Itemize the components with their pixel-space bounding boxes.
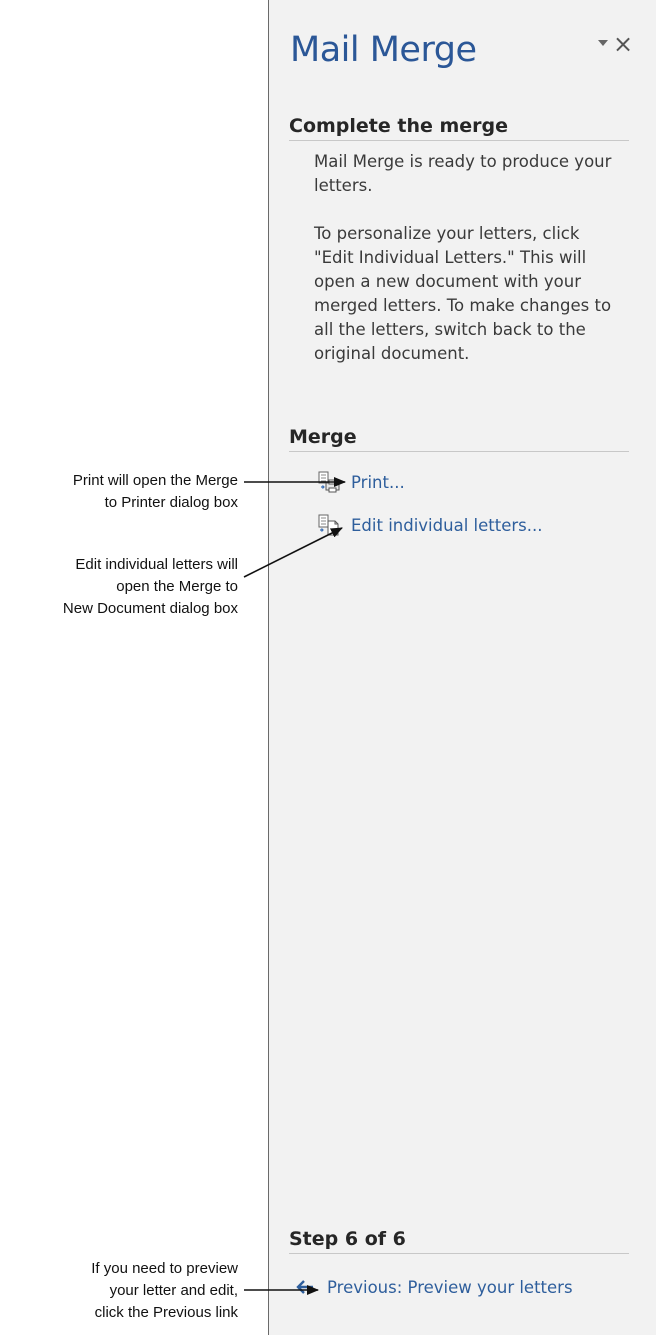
callout-arrows (243, 477, 346, 1295)
arrow-to-edit (243, 527, 343, 578)
